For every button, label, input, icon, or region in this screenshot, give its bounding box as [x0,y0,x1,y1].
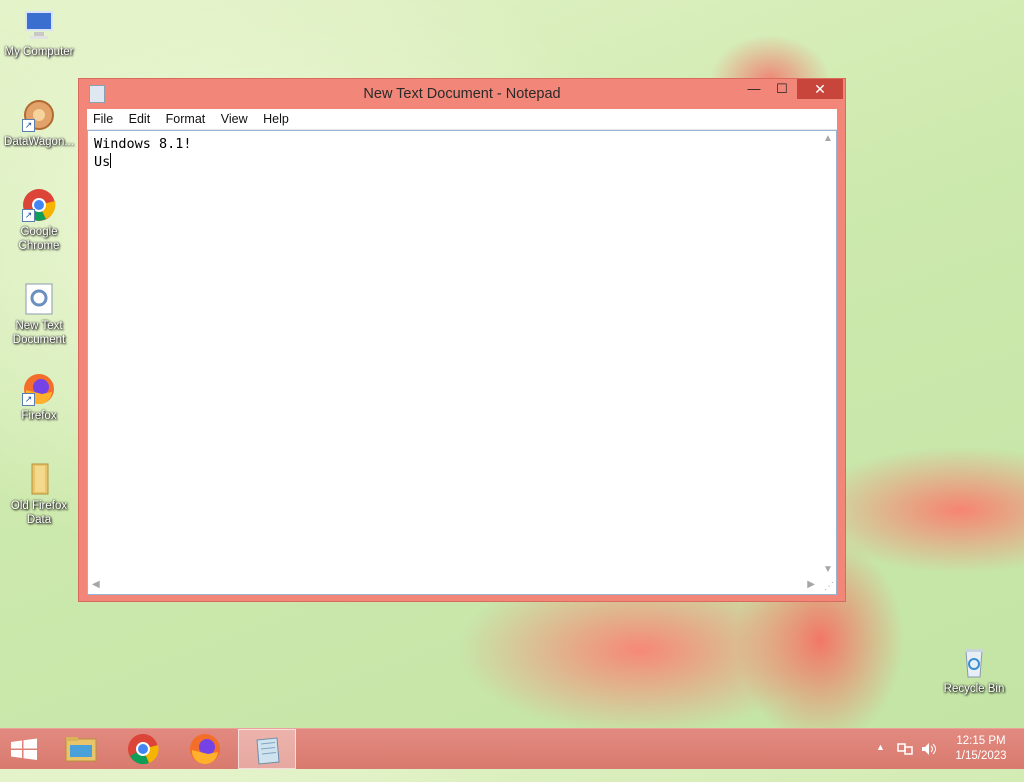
desktop-icon-label: Recycle Bin [943,683,1005,695]
maximize-button[interactable]: ☐ [769,79,795,99]
notepad-icon [256,737,280,765]
text-line-2: Us [94,154,111,170]
start-button[interactable] [0,729,48,769]
close-button[interactable]: ✕ [797,79,843,99]
firefox-icon: ↗ [22,372,56,406]
horizontal-scrollbar[interactable]: ◀ ▶ [88,577,819,594]
scroll-left-icon[interactable]: ◀ [92,579,100,590]
desktop-icon-new-text-document[interactable]: New Text Document [0,282,78,347]
chrome-icon [128,734,159,765]
recycle-bin-icon [957,645,991,679]
desktop-icon-google-chrome[interactable]: ↗ Google Chrome [0,188,78,253]
chrome-icon: ↗ [22,188,56,222]
vertical-scrollbar[interactable]: ▲ ▼ [819,131,836,577]
window-title: New Text Document - Notepad [363,86,561,102]
menu-format[interactable]: Format [160,109,212,126]
scroll-right-icon[interactable]: ▶ [807,579,815,590]
taskbar-clock[interactable]: 12:15 PM 1/15/2023 [946,734,1016,764]
taskbar: ▲ 12:15 PM 1/15/2023 [0,728,1024,769]
scroll-up-icon[interactable]: ▲ [823,133,833,144]
menu-bar: File Edit Format View Help [87,109,837,130]
desktop-icon-label: New Text Document [12,320,66,346]
taskbar-firefox[interactable] [176,729,234,769]
minimize-button[interactable]: — [741,79,767,99]
text-line-1: Windows 8.1! [94,136,192,152]
desktop-icon-label: Firefox [21,410,57,422]
menu-help[interactable]: Help [257,109,295,126]
desktop-icon-label: My Computer [4,46,74,58]
desktop-icon-old-firefox-data[interactable]: Old Firefox Data [0,462,78,527]
text-caret [110,153,112,168]
desktop-icon-recycle-bin[interactable]: Recycle Bin [935,645,1013,696]
notepad-window: New Text Document - Notepad — ☐ ✕ File E… [78,78,846,602]
taskbar-chrome[interactable] [114,729,172,769]
volume-icon[interactable] [920,741,938,781]
desktop-icon-label: DataWagon... [4,136,74,148]
title-bar[interactable]: New Text Document - Notepad — ☐ ✕ [79,79,845,109]
text-content[interactable]: Windows 8.1! Us [94,135,816,574]
scroll-down-icon[interactable]: ▼ [823,564,833,575]
desktop-icon-my-computer[interactable]: My Computer [0,8,78,59]
computer-icon [22,8,56,42]
clock-time: 12:15 PM [956,735,1006,747]
file-explorer-icon [65,737,97,762]
taskbar-file-explorer[interactable] [52,729,110,769]
folder-icon [22,462,56,496]
desktop-icon-label: Old Firefox Data [10,500,68,526]
network-icon[interactable] [896,741,914,781]
desktop-icon-firefox[interactable]: ↗ Firefox [0,372,78,423]
clock-date: 1/15/2023 [955,750,1007,762]
menu-file[interactable]: File [87,109,119,126]
show-hidden-icons-button[interactable]: ▲ [876,742,885,782]
desktop-icon-label: Google Chrome [18,226,60,252]
shortcut-arrow-icon: ↗ [22,119,35,132]
datawagon-icon: ↗ [22,98,56,132]
taskbar-notepad[interactable] [238,729,296,769]
shortcut-arrow-icon: ↗ [22,209,35,222]
windows-logo-icon [11,738,37,760]
shortcut-arrow-icon: ↗ [22,393,35,406]
resize-grip-icon[interactable]: ⋰ [824,582,834,592]
firefox-icon [190,734,220,765]
text-document-icon [22,282,56,316]
text-editor[interactable]: Windows 8.1! Us ▲ ▼ ◀ ▶ ⋰ [87,130,837,595]
menu-edit[interactable]: Edit [123,109,157,126]
menu-view[interactable]: View [215,109,254,126]
desktop-icon-datawagon[interactable]: ↗ DataWagon... [0,98,78,149]
